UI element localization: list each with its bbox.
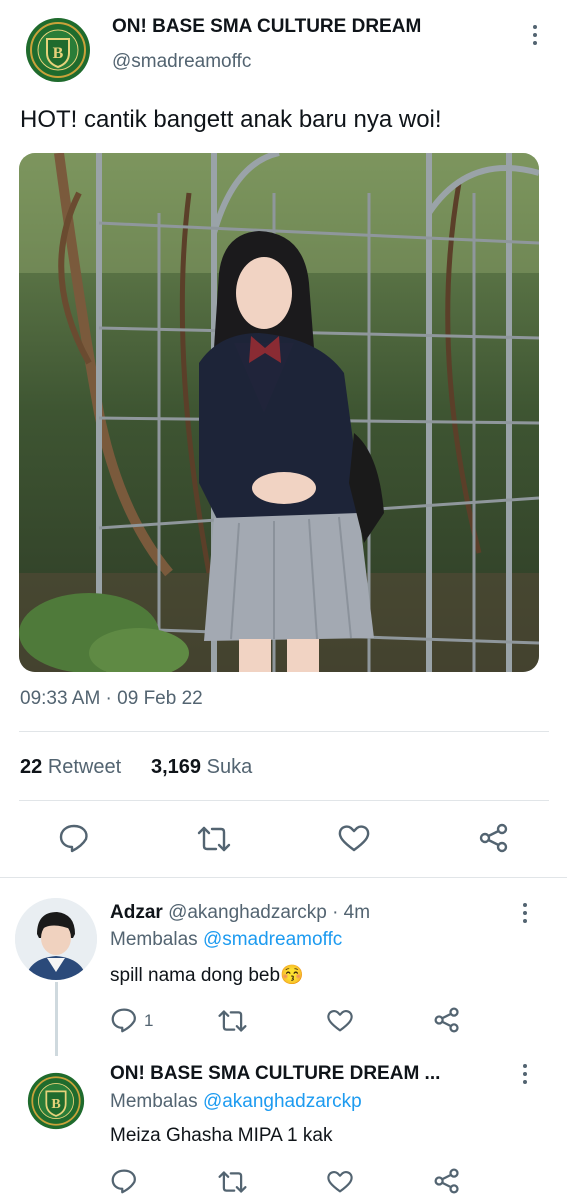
like-count: 3,169 — [151, 756, 202, 778]
reply-count: 1 — [144, 1011, 154, 1030]
thread-line — [55, 982, 58, 1056]
divider — [19, 800, 549, 801]
divider — [19, 731, 549, 732]
retweet-icon[interactable] — [217, 1169, 248, 1195]
replying-to-link[interactable]: @akanghadzarckp — [203, 1091, 362, 1112]
reply-avatar[interactable] — [15, 898, 97, 980]
author-avatar[interactable]: B — [22, 14, 94, 86]
retweet-icon[interactable] — [196, 824, 232, 854]
reply-avatar[interactable]: B — [25, 1070, 87, 1132]
school-logo-icon: B — [27, 1072, 85, 1130]
reply-author-name[interactable]: Adzar — [110, 902, 163, 923]
reply-author-name[interactable]: ON! BASE SMA CULTURE DREAM ... — [110, 1063, 440, 1085]
replying-to-link[interactable]: @smadreamoffc — [203, 929, 342, 950]
more-options-icon[interactable] — [525, 25, 545, 45]
share-icon[interactable] — [433, 1167, 461, 1195]
retweet-icon[interactable] — [217, 1008, 248, 1034]
reply-author-handle[interactable]: @akanghadzarckp — [168, 902, 327, 923]
svg-text:B: B — [53, 45, 64, 62]
reply-header: Adzar @akanghadzarckp · 4m — [110, 902, 370, 924]
tweet-photo[interactable] — [19, 153, 539, 672]
like-label: Suka — [206, 756, 253, 778]
replying-to: Membalas @akanghadzarckp — [110, 1091, 362, 1113]
retweet-stats[interactable]: 22 Retweet — [20, 756, 121, 779]
tweet-text: HOT! cantik bangett anak baru nya woi! — [20, 106, 442, 133]
author-handle[interactable]: @smadreamoffc — [112, 51, 251, 73]
reply-icon[interactable] — [58, 823, 90, 853]
share-icon[interactable] — [478, 822, 510, 854]
like-icon[interactable] — [326, 1008, 354, 1033]
replying-label: Membalas — [110, 1091, 198, 1112]
reply-icon[interactable] — [110, 1168, 138, 1194]
retweet-label: Retweet — [47, 756, 122, 778]
reply-text: Meiza Ghasha MIPA 1 kak — [110, 1125, 333, 1146]
tweet-timestamp[interactable]: 09:33 AM · 09 Feb 22 — [20, 688, 203, 710]
like-icon[interactable] — [337, 823, 371, 853]
school-logo-icon: B — [26, 18, 90, 82]
reply-icon[interactable] — [110, 1007, 138, 1033]
like-icon[interactable] — [326, 1169, 354, 1194]
reply-time[interactable]: · 4m — [332, 902, 370, 923]
retweet-count: 22 — [20, 756, 43, 778]
like-stats[interactable]: 3,169 Suka — [151, 756, 252, 779]
replying-label: Membalas — [110, 929, 198, 950]
replying-to: Membalas @smadreamoffc — [110, 929, 342, 951]
author-name[interactable]: ON! BASE SMA CULTURE DREAM — [112, 16, 421, 38]
reply-text: spill nama dong beb😚 — [110, 965, 304, 986]
more-options-icon[interactable] — [515, 1064, 535, 1084]
svg-text:B: B — [51, 1096, 60, 1112]
share-icon[interactable] — [433, 1006, 461, 1034]
divider — [0, 877, 567, 878]
more-options-icon[interactable] — [515, 903, 535, 923]
